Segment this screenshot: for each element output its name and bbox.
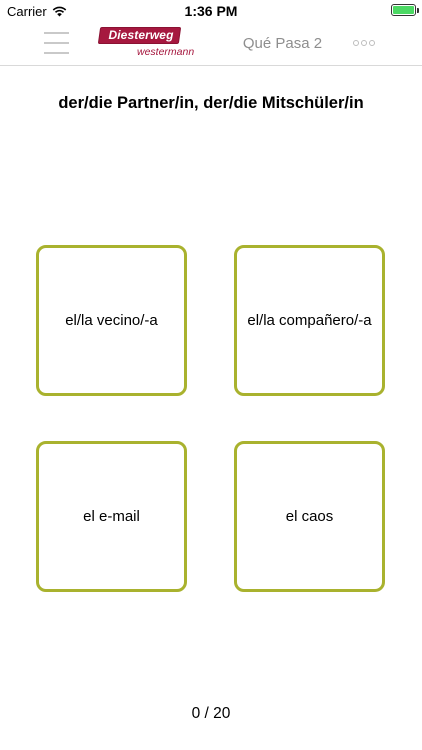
battery-level: [393, 6, 414, 14]
answer-label: el/la compañero/-a: [247, 312, 372, 329]
battery-icon: [391, 4, 419, 16]
more-options-icon[interactable]: [353, 40, 375, 46]
diesterweg-logo: Diesterweg westermann: [97, 27, 195, 61]
answer-card-3[interactable]: el e-mail: [36, 441, 187, 592]
logo-text: Diesterweg: [108, 28, 174, 42]
navigation-bar: Diesterweg westermann Qué Pasa 2: [0, 22, 422, 66]
answer-card-4[interactable]: el caos: [234, 441, 385, 592]
answer-label: el caos: [285, 508, 334, 525]
hamburger-menu-icon[interactable]: [44, 32, 69, 54]
answer-card-2[interactable]: el/la compañero/-a: [234, 245, 385, 396]
answer-label: el e-mail: [83, 508, 140, 525]
question-text: der/die Partner/in, der/die Mitschüler/i…: [58, 94, 364, 112]
battery-tip: [417, 8, 419, 13]
status-bar: Carrier 1:36 PM: [0, 0, 422, 22]
progress-counter: 0 / 20: [191, 705, 231, 722]
app-screen: Carrier 1:36 PM Diesterweg westermann Qu…: [0, 0, 422, 750]
nav-title: Qué Pasa 2: [242, 35, 323, 52]
status-right: [391, 4, 419, 16]
status-time: 1:36 PM: [184, 3, 238, 19]
logo-subtext: westermann: [137, 46, 195, 58]
answer-label: el/la vecino/-a: [65, 312, 158, 329]
answer-card-1[interactable]: el/la vecino/-a: [36, 245, 187, 396]
